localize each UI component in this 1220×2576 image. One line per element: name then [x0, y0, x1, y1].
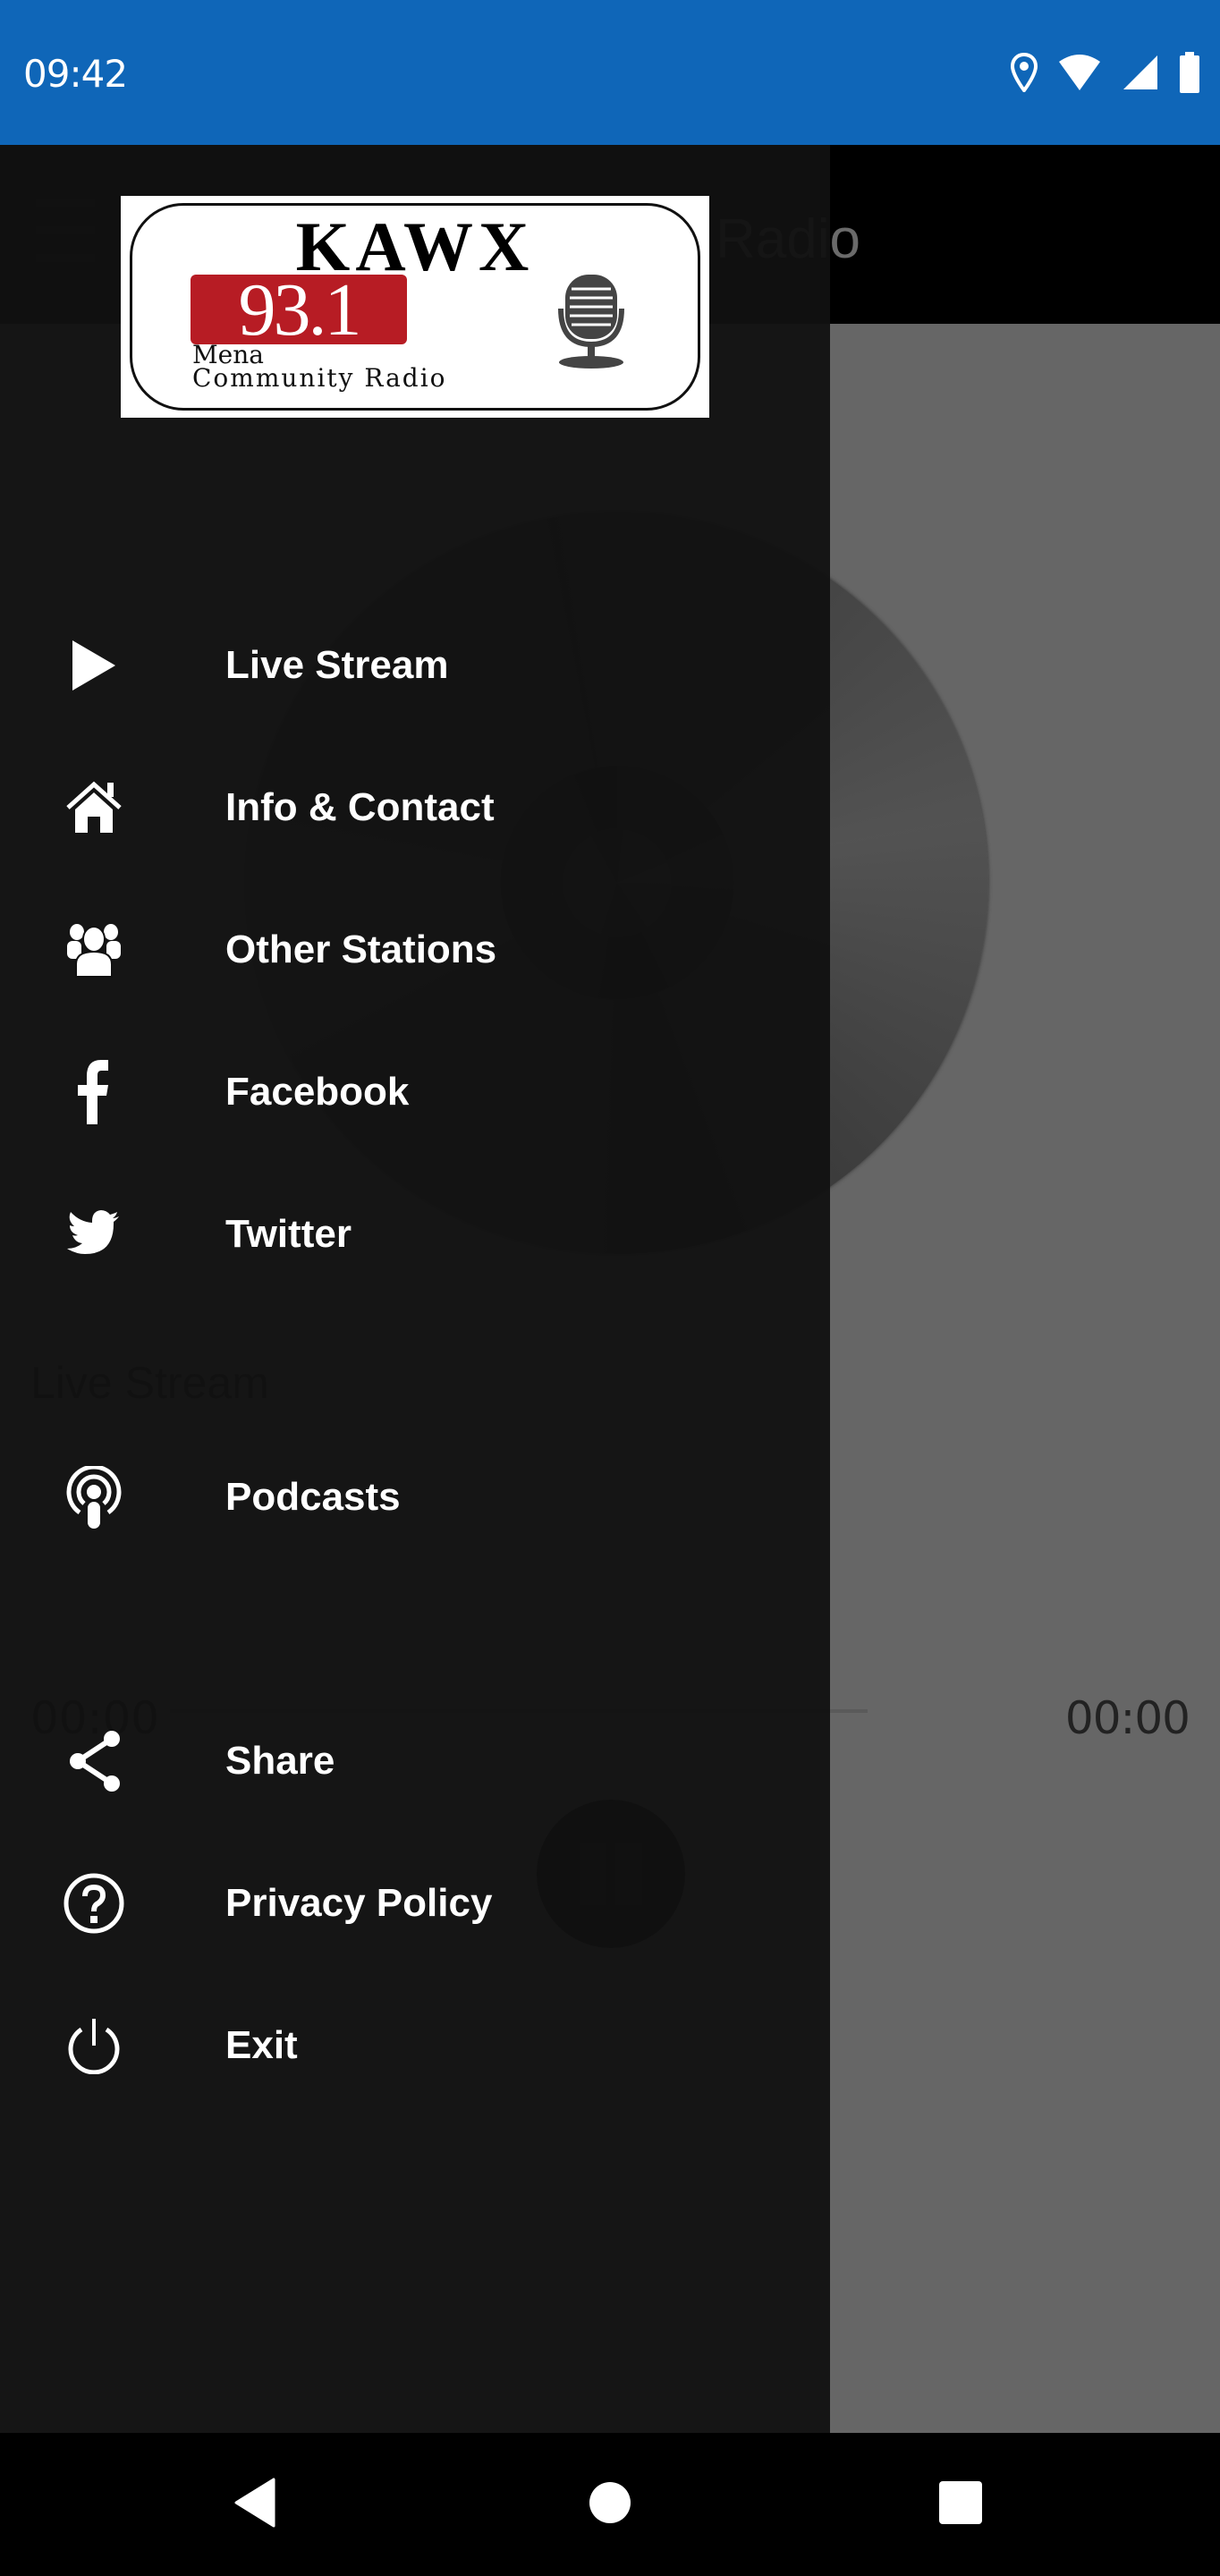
back-icon	[233, 2478, 277, 2532]
system-nav-bar	[0, 2433, 1220, 2576]
menu-item-label: Live Stream	[225, 643, 449, 687]
menu-item-live-stream[interactable]: Live Stream	[0, 603, 830, 728]
menu-item-label: Privacy Policy	[225, 1881, 493, 1925]
menu-item-label: Twitter	[225, 1212, 352, 1256]
location-icon	[1011, 53, 1038, 92]
facebook-icon	[55, 1054, 132, 1131]
duration-time: 00:00	[1064, 1692, 1190, 1744]
microphone-icon	[525, 273, 650, 371]
wifi-icon	[1057, 53, 1102, 92]
power-icon	[55, 2007, 132, 2084]
recents-button[interactable]	[925, 2469, 996, 2540]
menu-item-label: Info & Contact	[225, 785, 495, 829]
share-icon	[55, 1723, 132, 1800]
menu-item-podcasts[interactable]: Podcasts	[0, 1435, 830, 1560]
home-nav-icon	[588, 2480, 632, 2529]
menu-item-privacy-policy[interactable]: Privacy Policy	[0, 1841, 830, 1966]
menu-item-twitter[interactable]: Twitter	[0, 1172, 830, 1297]
station-logo: KAWX 93.1 Mena Community Radio	[121, 196, 709, 418]
menu-item-label: Facebook	[225, 1070, 410, 1114]
status-time: 09:42	[23, 52, 128, 96]
menu-item-other-stations[interactable]: Other Stations	[0, 887, 830, 1013]
podcast-icon	[55, 1459, 132, 1536]
twitter-icon	[55, 1196, 132, 1273]
status-bar: 09:42	[0, 0, 1220, 145]
help-circle-icon	[55, 1865, 132, 1942]
back-button[interactable]	[219, 2469, 291, 2540]
battery-icon	[1179, 52, 1200, 93]
menu-item-info-contact[interactable]: Info & Contact	[0, 745, 830, 870]
play-icon	[55, 627, 132, 704]
menu-item-exit[interactable]: Exit	[0, 1983, 830, 2108]
menu-item-share[interactable]: Share	[0, 1699, 830, 1824]
home-icon	[55, 769, 132, 846]
group-icon	[55, 911, 132, 988]
signal-icon	[1122, 54, 1159, 91]
menu-item-facebook[interactable]: Facebook	[0, 1030, 830, 1155]
home-button[interactable]	[574, 2469, 646, 2540]
recents-icon	[938, 2480, 983, 2529]
menu-item-label: Share	[225, 1739, 335, 1783]
logo-tagline: Community Radio	[192, 363, 447, 393]
navigation-drawer: KAWX 93.1 Mena Community Radio Live Stre…	[0, 145, 830, 2433]
status-icons	[1011, 52, 1200, 93]
logo-frequency: 93.1	[191, 273, 407, 348]
menu-item-label: Podcasts	[225, 1475, 401, 1519]
menu-item-label: Exit	[225, 2023, 298, 2067]
menu-item-label: Other Stations	[225, 928, 497, 971]
